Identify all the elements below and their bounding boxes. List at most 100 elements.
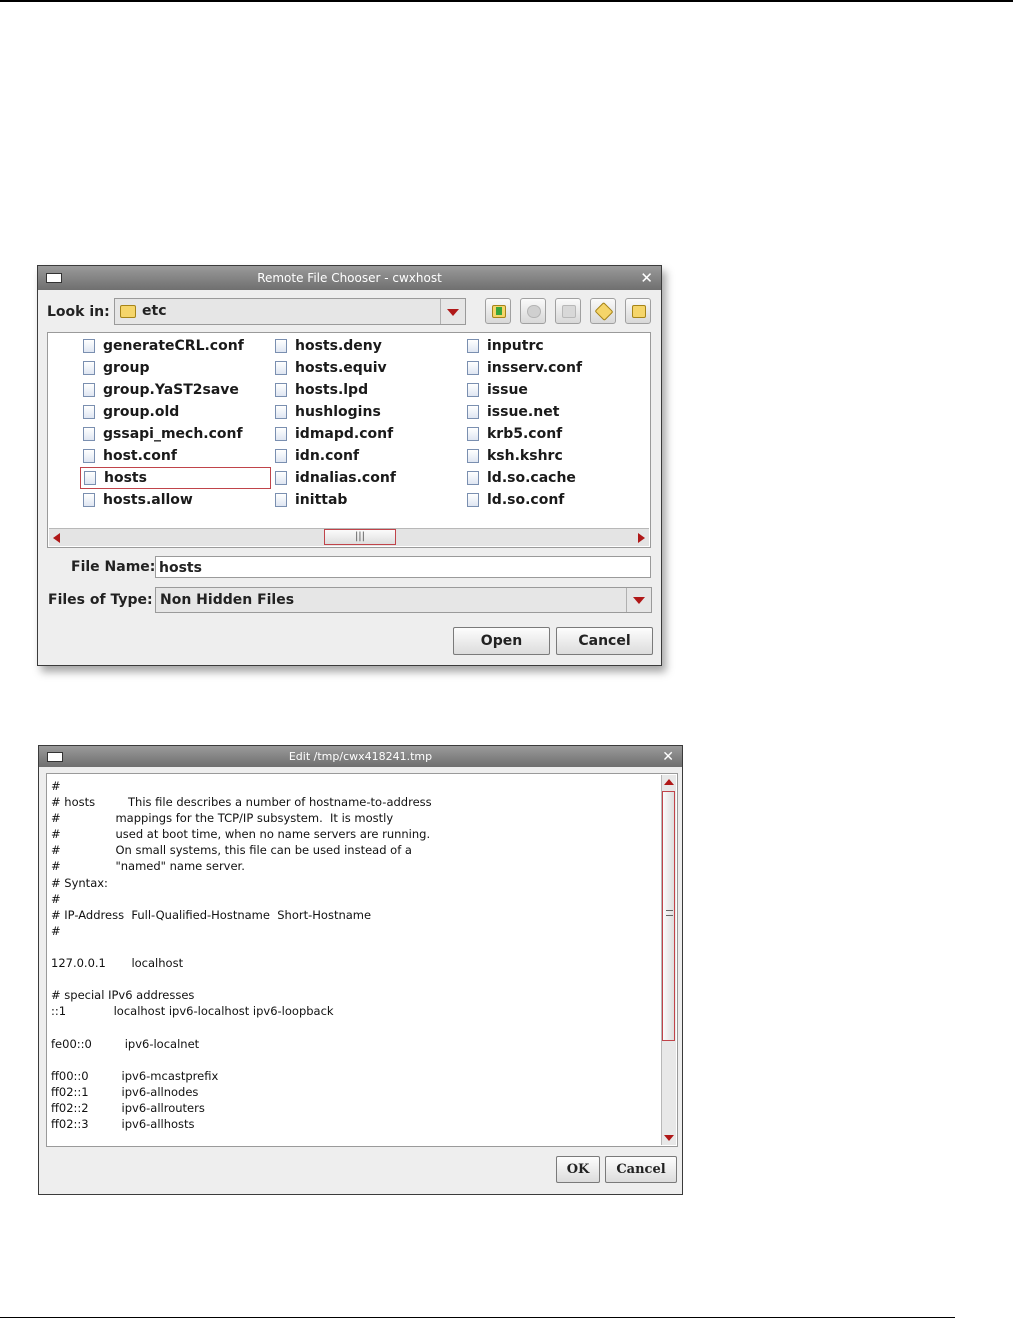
- file-icon: [275, 449, 287, 463]
- ok-button[interactable]: OK: [556, 1156, 600, 1183]
- title-bar[interactable]: Edit /tmp/cwx418241.tmp ✕: [39, 746, 682, 767]
- remote-file-chooser-dialog: Remote File Chooser - cwxhost ✕ Look in:…: [37, 265, 662, 666]
- files-of-type-combo[interactable]: Non Hidden Files: [155, 587, 652, 613]
- file-item-selected[interactable]: hosts: [80, 467, 271, 489]
- file-icon: [467, 361, 479, 375]
- file-item[interactable]: hosts.lpd: [272, 380, 452, 400]
- new-folder-button[interactable]: [555, 298, 581, 324]
- text-line: #: [51, 779, 61, 793]
- chevron-down-icon[interactable]: [440, 299, 465, 324]
- scroll-thumb[interactable]: [662, 791, 675, 1041]
- file-icon: [467, 383, 479, 397]
- up-folder-icon: [492, 305, 506, 318]
- text-line: # used at boot time, when no name server…: [51, 827, 431, 842]
- horizontal-scrollbar[interactable]: |||: [49, 528, 649, 546]
- file-icon: [275, 471, 287, 485]
- look-in-value: etc: [142, 303, 167, 319]
- text-line: # special IPv6 addresses: [51, 988, 195, 1003]
- file-item[interactable]: host.conf: [80, 446, 270, 466]
- file-item[interactable]: generateCRL.conf: [80, 336, 270, 356]
- close-icon[interactable]: ✕: [662, 748, 674, 766]
- file-icon: [275, 427, 287, 441]
- file-icon: [83, 405, 95, 419]
- bottom-rule: [0, 1317, 955, 1318]
- file-item[interactable]: hosts.allow: [80, 490, 270, 510]
- file-icon: [275, 339, 287, 353]
- up-folder-button[interactable]: [485, 298, 511, 324]
- edit-file-dialog: Edit /tmp/cwx418241.tmp ✕ # # hosts This …: [38, 745, 683, 1195]
- file-list[interactable]: generateCRL.conf group group.YaST2save g…: [47, 332, 651, 548]
- file-item[interactable]: insserv.conf: [464, 358, 634, 378]
- home-button[interactable]: [520, 298, 546, 324]
- text-line: #: [51, 891, 61, 906]
- details-view-button[interactable]: [625, 298, 651, 324]
- list-view-button[interactable]: [590, 298, 616, 324]
- scroll-down-icon[interactable]: [664, 1135, 674, 1141]
- files-of-type-value: Non Hidden Files: [160, 592, 295, 608]
- scroll-up-icon[interactable]: [664, 779, 674, 785]
- file-name-input[interactable]: [156, 558, 650, 578]
- file-icon: [83, 427, 95, 441]
- file-item[interactable]: hosts.deny: [272, 336, 452, 356]
- text-line: [51, 939, 659, 955]
- look-in-label: Look in:: [47, 304, 110, 320]
- list-view-icon: [594, 301, 614, 322]
- file-item[interactable]: hushlogins: [272, 402, 452, 422]
- file-item[interactable]: group.YaST2save: [80, 380, 270, 400]
- file-name-field[interactable]: [155, 556, 651, 578]
- chevron-down-icon[interactable]: [626, 588, 651, 612]
- close-icon[interactable]: ✕: [640, 269, 653, 287]
- file-item[interactable]: group.old: [80, 402, 270, 422]
- top-rule: [0, 0, 1013, 2]
- new-folder-icon: [562, 305, 576, 318]
- file-icon: [467, 493, 479, 507]
- file-item[interactable]: inittab: [272, 490, 452, 510]
- file-item[interactable]: gssapi_mech.conf: [80, 424, 270, 444]
- file-item[interactable]: ksh.kshrc: [464, 446, 634, 466]
- details-view-icon: [632, 305, 646, 318]
- file-item[interactable]: idmapd.conf: [272, 424, 452, 444]
- file-item[interactable]: ld.so.cache: [464, 468, 634, 488]
- text-line: ff02::1 ipv6-allnodes: [51, 1084, 199, 1099]
- title-bar[interactable]: Remote File Chooser - cwxhost ✕: [38, 266, 661, 290]
- file-item[interactable]: idnalias.conf: [272, 468, 452, 488]
- file-icon: [467, 339, 479, 353]
- vertical-scrollbar[interactable]: [661, 775, 676, 1145]
- file-item[interactable]: group: [80, 358, 270, 378]
- scroll-right-icon[interactable]: [638, 533, 645, 543]
- text-line: #: [51, 923, 61, 938]
- cancel-button[interactable]: Cancel: [605, 1156, 677, 1183]
- text-line: [51, 1052, 659, 1068]
- text-line: ff02::3 ipv6-allhosts: [51, 1116, 195, 1131]
- scroll-left-icon[interactable]: [53, 533, 60, 543]
- file-item[interactable]: krb5.conf: [464, 424, 634, 444]
- home-icon: [527, 305, 541, 318]
- file-icon: [83, 449, 95, 463]
- text-line: # On small systems, this file can be use…: [51, 843, 412, 858]
- scroll-thumb[interactable]: |||: [324, 529, 396, 545]
- dialog-title: Edit /tmp/cwx418241.tmp: [288, 750, 433, 763]
- folder-icon: [120, 305, 136, 318]
- file-item[interactable]: issue: [464, 380, 634, 400]
- text-line: 127.0.0.1 localhost: [51, 956, 184, 971]
- file-text-area[interactable]: # # hosts This file describes a number of…: [46, 773, 678, 1147]
- text-line: ::1 localhost ipv6-localhost ipv6-loopba…: [51, 1004, 334, 1019]
- file-icon: [275, 383, 287, 397]
- file-item[interactable]: hosts.equiv: [272, 358, 452, 378]
- file-icon: [275, 405, 287, 419]
- look-in-combo[interactable]: etc: [114, 298, 466, 325]
- file-content[interactable]: # # hosts This file describes a number of…: [51, 778, 659, 1132]
- text-line: fe00::0 ipv6-localnet: [51, 1036, 200, 1051]
- file-item[interactable]: inputrc: [464, 336, 634, 356]
- file-icon: [275, 361, 287, 375]
- open-button[interactable]: Open: [453, 627, 550, 655]
- dialog-title: Remote File Chooser - cwxhost: [257, 271, 442, 285]
- text-line: # mappings for the TCP/IP subsystem. It …: [51, 811, 394, 826]
- file-item[interactable]: idn.conf: [272, 446, 452, 466]
- file-icon: [83, 361, 95, 375]
- cancel-button[interactable]: Cancel: [556, 627, 653, 655]
- file-item[interactable]: ld.so.conf: [464, 490, 634, 510]
- text-line: [51, 971, 659, 987]
- file-item[interactable]: issue.net: [464, 402, 634, 422]
- text-line: # IP-Address Full-Qualified-Hostname Sho…: [51, 907, 372, 922]
